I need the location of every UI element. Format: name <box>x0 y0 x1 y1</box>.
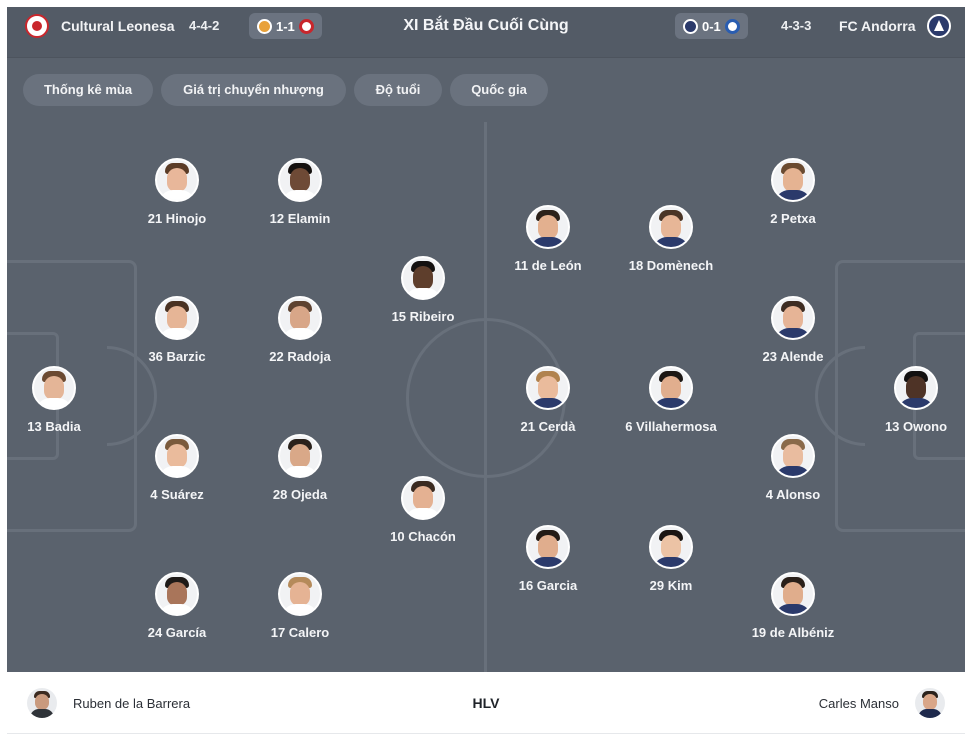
player-photo <box>32 366 76 410</box>
player-photo <box>526 525 570 569</box>
away-last-score: 0-1 <box>702 18 721 34</box>
away-formation: 4-3-3 <box>781 18 812 33</box>
player-photo <box>401 256 445 300</box>
player-name: 19 de Albéniz <box>751 625 835 640</box>
player-card[interactable]: 36 Barzic <box>112 296 242 364</box>
opponent-crest-icon <box>724 18 740 34</box>
player-name: 24 García <box>147 625 207 640</box>
player-card[interactable]: 2 Petxa <box>728 158 858 226</box>
player-photo <box>155 572 199 616</box>
player-photo <box>649 366 693 410</box>
player-photo <box>526 366 570 410</box>
stats-tabs: Thống kê mùa Giá trị chuyển nhượng Độ tu… <box>7 57 965 122</box>
player-name: 16 Garcia <box>518 578 578 593</box>
tab-age[interactable]: Độ tuổi <box>354 74 442 106</box>
player-card[interactable]: 28 Ojeda <box>235 434 365 502</box>
player-photo <box>401 476 445 520</box>
player-card[interactable]: 11 de León <box>483 205 613 273</box>
player-card[interactable]: 21 Cerdà <box>483 366 613 434</box>
player-photo <box>278 572 322 616</box>
player-name: 17 Calero <box>270 625 330 640</box>
player-photo <box>894 366 938 410</box>
player-photo <box>526 205 570 249</box>
player-name: 28 Ojeda <box>272 487 328 502</box>
player-name: 13 Owono <box>884 419 948 434</box>
player-photo <box>649 525 693 569</box>
player-card[interactable]: 29 Kim <box>606 525 736 593</box>
player-photo <box>771 572 815 616</box>
football-pitch: 13 Badia 21 Hinojo 36 Barzic 4 Suárez 24… <box>7 122 965 672</box>
player-card[interactable]: 15 Ribeiro <box>358 256 488 324</box>
player-card[interactable]: 6 Villahermosa <box>606 366 736 434</box>
player-name: 21 Hinojo <box>147 211 207 226</box>
player-name: 29 Kim <box>649 578 693 593</box>
player-photo <box>649 205 693 249</box>
player-photo <box>278 434 322 478</box>
player-card[interactable]: 12 Elamin <box>235 158 365 226</box>
player-card[interactable]: 22 Radoja <box>235 296 365 364</box>
player-name: 15 Ribeiro <box>391 309 455 324</box>
player-name: 2 Petxa <box>770 211 816 226</box>
player-name: 11 de León <box>514 258 582 273</box>
player-name: 22 Radoja <box>269 349 331 364</box>
player-name: 23 Alende <box>762 349 824 364</box>
player-photo <box>155 158 199 202</box>
tab-season-stats[interactable]: Thống kê mùa <box>23 74 153 106</box>
player-photo <box>278 158 322 202</box>
player-photo <box>155 296 199 340</box>
fc-andorra-crest-icon <box>927 14 952 38</box>
player-photo <box>278 296 322 340</box>
tab-transfer-value[interactable]: Giá trị chuyển nhượng <box>161 74 346 106</box>
player-name: 4 Alonso <box>765 487 821 502</box>
tab-nationality[interactable]: Quốc gia <box>450 74 548 106</box>
away-team[interactable]: FC Andorra <box>839 7 952 45</box>
player-photo <box>771 296 815 340</box>
player-photo <box>771 434 815 478</box>
player-card[interactable]: 4 Alonso <box>728 434 858 502</box>
player-name: 18 Domènech <box>628 258 714 273</box>
player-name: 13 Badia <box>27 419 81 434</box>
away-coach-name: Carles Manso <box>818 695 899 711</box>
player-card[interactable]: 23 Alende <box>728 296 858 364</box>
player-card[interactable]: 17 Calero <box>235 572 365 640</box>
player-photo <box>771 158 815 202</box>
player-name: 36 Barzic <box>148 349 206 364</box>
away-coach[interactable]: Carles Manso <box>819 688 945 718</box>
player-name: 4 Suárez <box>150 487 204 502</box>
player-card[interactable]: 13 Owono <box>851 366 965 434</box>
coaches-row: Ruben de la Barrera HLV Carles Manso <box>7 672 965 734</box>
player-card[interactable]: 10 Chacón <box>358 476 488 544</box>
player-card[interactable]: 16 Garcia <box>483 525 613 593</box>
away-team-name: FC Andorra <box>839 18 916 34</box>
lineup-header: Cultural Leonesa 4-4-2 1-1 XI Bắt Đầu Cu… <box>7 7 965 57</box>
coach-photo <box>915 688 945 718</box>
player-name: 12 Elamin <box>269 211 331 226</box>
away-last-result[interactable]: 0-1 <box>675 13 748 39</box>
player-name: 10 Chacón <box>390 529 456 544</box>
page-title: XI Bắt Đầu Cuối Cùng <box>403 17 569 34</box>
player-card[interactable]: 4 Suárez <box>112 434 242 502</box>
player-card[interactable]: 19 de Albéniz <box>728 572 858 640</box>
player-name: 21 Cerdà <box>520 419 576 434</box>
player-card[interactable]: 24 García <box>112 572 242 640</box>
player-name: 6 Villahermosa <box>625 419 717 434</box>
player-photo <box>155 434 199 478</box>
player-card[interactable]: 18 Domènech <box>606 205 736 273</box>
fc-andorra-mini-crest-icon <box>683 18 698 34</box>
player-card[interactable]: 13 Badia <box>7 366 119 434</box>
player-card[interactable]: 21 Hinojo <box>112 158 242 226</box>
